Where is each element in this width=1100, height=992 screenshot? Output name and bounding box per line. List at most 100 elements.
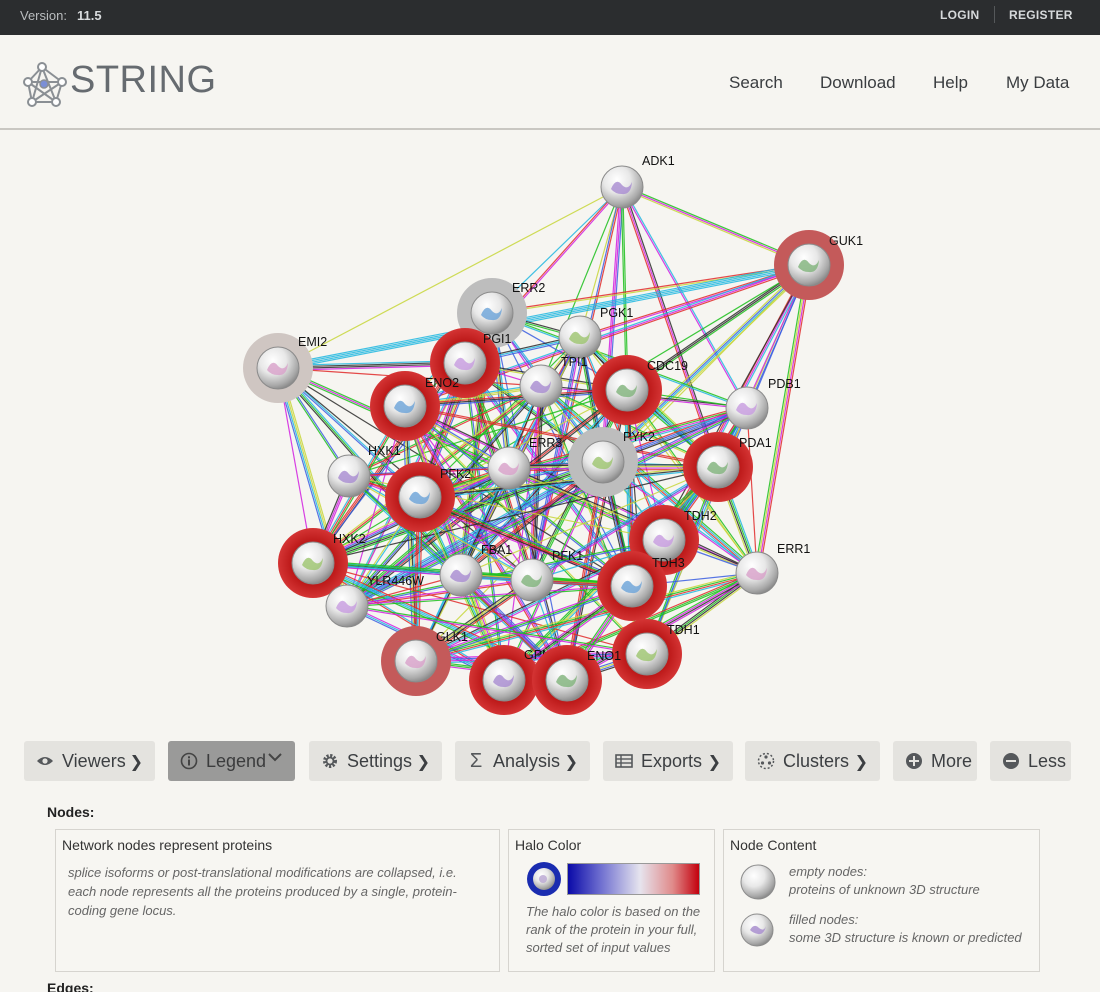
node-label: ERR2 [512, 281, 545, 295]
eye-icon [34, 750, 56, 772]
info-icon [178, 750, 200, 772]
network-edge[interactable] [758, 265, 812, 574]
clusters-icon [755, 750, 777, 772]
viewers-button[interactable]: Viewers ❯ [24, 741, 155, 781]
node-label: ENO1 [587, 649, 621, 663]
filled-nodes-text: some 3D structure is known or predicted [789, 930, 1022, 945]
node-label: TPI1 [561, 355, 587, 369]
node-label: PYK2 [623, 430, 655, 444]
halo-node-icon [527, 862, 561, 896]
nav-download[interactable]: Download [820, 73, 896, 93]
minus-circle-icon [1000, 750, 1022, 772]
settings-label: Settings [347, 750, 413, 771]
filled-node-icon [740, 913, 774, 947]
gear-icon [319, 750, 341, 772]
node-label: GUK1 [829, 234, 863, 248]
top-bar: Version: 11.5 LOGIN REGISTER [0, 0, 1100, 35]
node-label: EMI2 [298, 335, 327, 349]
node-label: ADK1 [642, 154, 675, 168]
node-label: HXK1 [368, 444, 401, 458]
network-node-guk1[interactable]: GUK1 [774, 230, 863, 300]
node-label: PFK1 [552, 549, 583, 563]
halo-color-title: Halo Color [515, 837, 582, 853]
filled-nodes-desc: filled nodes: some 3D structure is known… [789, 911, 1022, 947]
node-label: ERR3 [529, 436, 562, 450]
analysis-label: Analysis [493, 750, 561, 771]
node-label: PFK2 [440, 467, 471, 481]
clusters-button[interactable]: Clusters ❯ [745, 741, 880, 781]
network-node-pyk2[interactable]: PYK2 [568, 427, 655, 497]
version-value: 11.5 [76, 8, 102, 23]
string-logo-icon [23, 62, 67, 107]
less-button[interactable]: Less [990, 741, 1071, 781]
nodes-heading: Nodes: [47, 804, 95, 820]
chevron-right-icon: ❯ [707, 754, 721, 771]
empty-nodes-desc: empty nodes: proteins of unknown 3D stru… [789, 863, 980, 899]
halo-color-text: The halo color is based on the rank of t… [526, 904, 701, 955]
login-link[interactable]: LOGIN [940, 8, 980, 22]
logo-text: STRING [70, 59, 217, 101]
legend-button[interactable]: Legend [168, 741, 295, 781]
view-toolbar: Viewers ❯ Legend Settings ❯ Σ Analysis ❯… [0, 741, 1100, 781]
table-icon [613, 750, 635, 772]
empty-nodes-title: empty nodes: [789, 864, 868, 879]
exports-button[interactable]: Exports ❯ [603, 741, 733, 781]
node-label: GLK1 [436, 630, 468, 644]
network-node-pda1[interactable]: PDA1 [683, 432, 772, 502]
node-label: PGK1 [600, 306, 633, 320]
network-view[interactable]: ADK1 GUK1 ERR2 PGI1 PGK1 EMI2 TPI1 CDC19 ENO2 PDB… [0, 132, 1100, 722]
chevron-right-icon: ❯ [416, 754, 430, 771]
legend-box-text: splice isoforms or post-translational mo… [68, 865, 457, 918]
clusters-label: Clusters [783, 750, 850, 771]
node-label: TDH2 [684, 509, 717, 523]
more-label: More [931, 750, 973, 771]
viewers-label: Viewers [62, 750, 126, 771]
halo-color-gradient [567, 863, 700, 895]
node-content-title: Node Content [730, 837, 817, 853]
empty-nodes-text: proteins of unknown 3D structure [789, 882, 980, 897]
network-node-pdb1[interactable]: PDB1 [725, 377, 801, 430]
node-label: YLR446W [367, 574, 424, 588]
legend-label: Legend [206, 750, 267, 771]
empty-node-icon [740, 864, 776, 900]
node-label: PGI1 [483, 332, 512, 346]
network-node-cdc19[interactable]: CDC19 [592, 355, 688, 425]
node-label: TDH1 [667, 623, 700, 637]
node-label: CDC19 [647, 359, 688, 373]
network-graph[interactable]: ADK1 GUK1 ERR2 PGI1 PGK1 EMI2 TPI1 CDC19 ENO2 PDB… [0, 132, 1100, 722]
legend-box-nodes: Network nodes represent proteins splice … [55, 829, 500, 972]
node-label: ENO2 [425, 376, 459, 390]
version-label: Version: [20, 8, 67, 23]
node-label: HXK2 [333, 532, 366, 546]
network-node-eno1[interactable]: ENO1 [532, 645, 621, 715]
less-label: Less [1028, 750, 1067, 771]
chevron-right-icon: ❯ [129, 754, 143, 771]
node-label: ERR1 [777, 542, 810, 556]
chevron-right-icon: ❯ [564, 754, 578, 771]
network-node-adk1[interactable]: ADK1 [600, 154, 675, 209]
edges-heading: Edges: [47, 980, 94, 992]
nav-my-data[interactable]: My Data [1006, 73, 1069, 93]
exports-label: Exports [641, 750, 703, 771]
sigma-icon: Σ [469, 749, 483, 772]
filled-nodes-title: filled nodes: [789, 912, 859, 927]
version-info: Version: 11.5 [20, 8, 102, 23]
chevron-down-icon [267, 749, 283, 770]
chevron-right-icon: ❯ [854, 754, 868, 771]
plus-circle-icon [903, 750, 925, 772]
nav-search[interactable]: Search [729, 73, 783, 93]
node-label: TDH3 [652, 556, 685, 570]
node-label: PDA1 [739, 436, 772, 450]
more-button[interactable]: More [893, 741, 977, 781]
network-edge[interactable] [277, 263, 809, 368]
settings-button[interactable]: Settings ❯ [309, 741, 442, 781]
network-edge[interactable] [277, 262, 809, 367]
register-link[interactable]: REGISTER [1009, 8, 1073, 22]
nav-help[interactable]: Help [933, 73, 968, 93]
network-node-tdh1[interactable]: TDH1 [612, 619, 700, 689]
analysis-button[interactable]: Σ Analysis ❯ [455, 741, 590, 781]
legend-box-node-content: Node Content empty nodes: proteins of un… [723, 829, 1040, 972]
node-label: FBA1 [481, 543, 512, 557]
node-label: PDB1 [768, 377, 801, 391]
legend-box-halo: Halo Color The halo color is based on th… [508, 829, 715, 972]
